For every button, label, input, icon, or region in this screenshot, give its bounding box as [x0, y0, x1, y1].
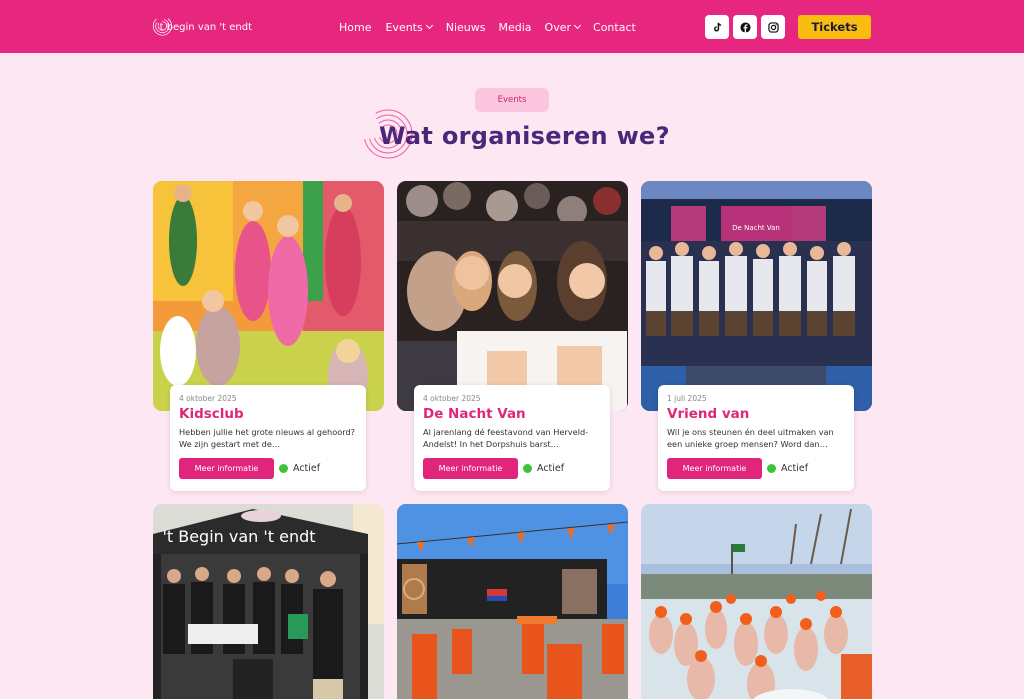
event-image-kidsclub[interactable] [153, 181, 384, 411]
event-image-square[interactable] [397, 504, 628, 699]
event-description: Al jarenlang dé feestavond van Herveld-A… [423, 427, 589, 449]
nav-nieuws[interactable]: Nieuws [446, 21, 486, 34]
status-dot-icon [523, 464, 532, 473]
status-badge: Actief [523, 463, 564, 474]
event-image-tent[interactable]: 't Begin van 't endt [153, 504, 384, 699]
event-image-new-year-dive[interactable] [641, 504, 872, 699]
status-label: Actief [537, 463, 565, 474]
event-image-vriend-van[interactable]: De Nacht Van [641, 181, 872, 411]
nav-events[interactable]: Events [385, 20, 433, 34]
instagram-button[interactable] [761, 15, 785, 39]
nav-contact[interactable]: Contact [593, 21, 636, 34]
nav-over-label: Over [544, 20, 572, 34]
event-date: 1 juli 2025 [667, 394, 707, 403]
event-image-de-nacht-van[interactable] [397, 181, 628, 411]
nav-events-label: Events [385, 20, 423, 34]
more-info-button[interactable]: Meer informatie [179, 458, 274, 479]
status-dot-icon [767, 464, 776, 473]
event-title[interactable]: Kidsclub [179, 406, 357, 422]
facebook-button[interactable] [733, 15, 757, 39]
section-heading: Wat organiseren we? [379, 122, 670, 150]
status-label: Actief [781, 463, 809, 474]
more-info-button[interactable]: Meer informatie [423, 458, 518, 479]
event-description: Hebben jullie het grote nieuws al gehoor… [179, 427, 355, 449]
site-logo[interactable]: 't begin van 't endt [152, 8, 252, 44]
event-title[interactable]: De Nacht Van [423, 406, 601, 422]
section-tag: Events [475, 88, 549, 112]
nav-home[interactable]: Home [339, 21, 371, 34]
event-card-vriend-van: 1 juli 2025 Vriend van Wil je ons steune… [658, 385, 854, 491]
stage-banner-text: De Nacht Van [732, 224, 780, 232]
event-date: 4 oktober 2025 [423, 394, 481, 403]
event-title[interactable]: Vriend van [667, 406, 845, 422]
logo-text: 't begin van 't endt [156, 21, 252, 33]
chevron-down-icon [425, 21, 433, 30]
event-description: Wil je ons steunen én deel uitmaken van … [667, 427, 834, 449]
nav-over[interactable]: Over [544, 20, 582, 34]
tiktok-icon [713, 22, 721, 31]
more-info-button[interactable]: Meer informatie [667, 458, 762, 479]
status-badge: Actief [767, 463, 808, 474]
status-badge: Actief [279, 463, 320, 474]
status-label: Actief [293, 463, 321, 474]
site-header: 't begin van 't endt Home Events Nieuws … [0, 0, 1024, 53]
status-dot-icon [279, 464, 288, 473]
instagram-icon [767, 21, 779, 33]
event-date: 4 oktober 2025 [179, 394, 237, 403]
tent-banner-text: 't Begin van 't endt [162, 527, 315, 546]
facebook-icon [739, 21, 751, 33]
event-card-de-nacht-van: 4 oktober 2025 De Nacht Van Al jarenlang… [414, 385, 610, 491]
main-nav: Home Events Nieuws Media Over Contact [339, 19, 636, 35]
event-card-kidsclub: 4 oktober 2025 Kidsclub Hebben jullie he… [170, 385, 366, 491]
chevron-down-icon [573, 21, 582, 30]
tickets-button[interactable]: Tickets [798, 15, 871, 39]
nav-media[interactable]: Media [499, 21, 532, 34]
tiktok-button[interactable] [705, 15, 729, 39]
